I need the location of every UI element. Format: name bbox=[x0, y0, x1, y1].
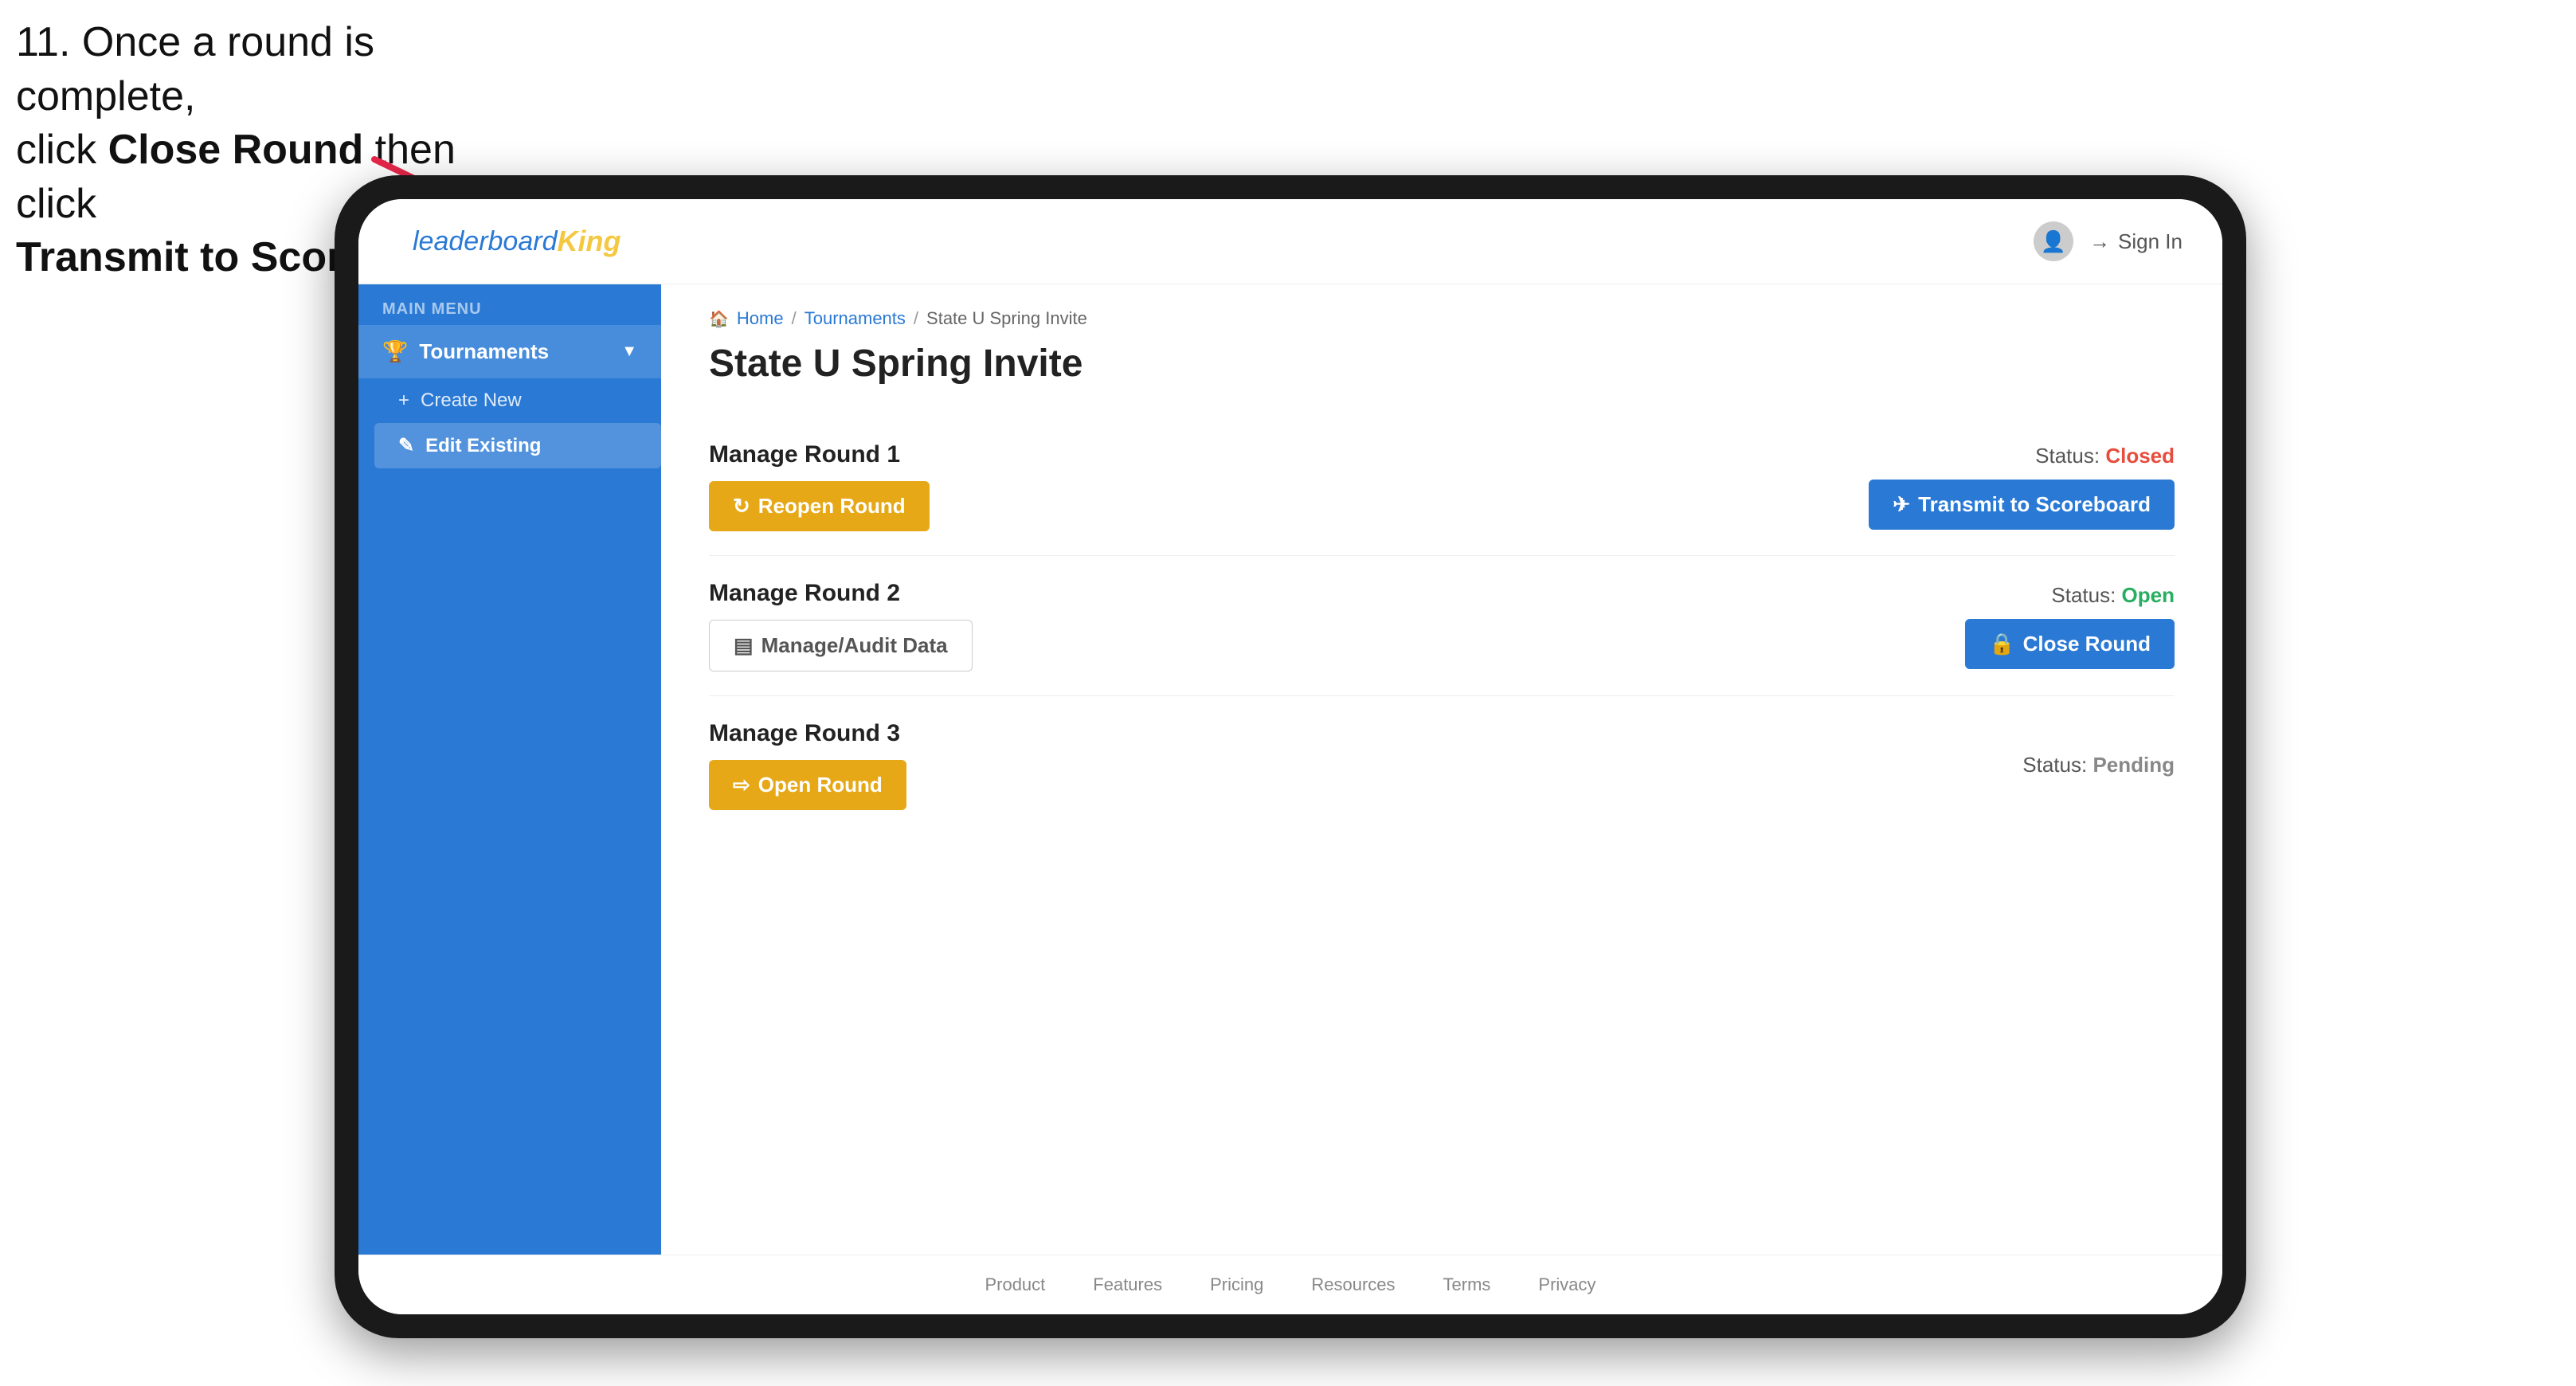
round1-left: Manage Round 1 ↻ Reopen Round bbox=[709, 441, 930, 531]
logo-king-text: King bbox=[557, 225, 621, 258]
round1-right: Status: Closed ✈ Transmit to Scoreboard bbox=[1869, 444, 2175, 530]
round3-title: Manage Round 3 bbox=[709, 720, 906, 747]
round3-left: Manage Round 3 ⇨ Open Round bbox=[709, 720, 906, 810]
reopen-round-label: Reopen Round bbox=[758, 494, 906, 519]
breadcrumb-home[interactable]: Home bbox=[737, 308, 784, 329]
main-body: MAIN MENU 🏆 Tournaments ▼ + Create New bbox=[358, 284, 2222, 1255]
transmit-icon: ✈ bbox=[1893, 492, 1910, 517]
round1-title: Manage Round 1 bbox=[709, 441, 930, 468]
breadcrumb-sep1: / bbox=[792, 308, 797, 329]
sidebar: MAIN MENU 🏆 Tournaments ▼ + Create New bbox=[358, 284, 661, 1255]
page-title: State U Spring Invite bbox=[709, 342, 2175, 386]
sign-in-arrow-icon: → bbox=[2089, 229, 2110, 254]
round1-section: Manage Round 1 ↻ Reopen Round Status: Cl… bbox=[709, 417, 2175, 556]
tablet-screen: leaderboardKing 👤 → Sign In MAIN MENU bbox=[358, 199, 2222, 1314]
lock-icon: 🔒 bbox=[1989, 632, 2014, 656]
nav-right: 👤 → Sign In bbox=[2034, 221, 2183, 261]
instruction-bold1: Close Round bbox=[108, 127, 364, 173]
transmit-scoreboard-button[interactable]: ✈ Transmit to Scoreboard bbox=[1869, 480, 2175, 530]
close-round-button[interactable]: 🔒 Close Round bbox=[1965, 619, 2175, 669]
round2-left: Manage Round 2 ▤ Manage/Audit Data bbox=[709, 580, 973, 671]
round3-section: Manage Round 3 ⇨ Open Round Status: Pend… bbox=[709, 696, 2175, 834]
edit-icon: ✎ bbox=[398, 434, 414, 457]
main-content: 🏠 Home / Tournaments / State U Spring In… bbox=[661, 284, 2222, 1255]
sidebar-tournaments-label: Tournaments bbox=[419, 339, 549, 364]
top-nav: leaderboardKing 👤 → Sign In bbox=[358, 199, 2222, 284]
footer-features[interactable]: Features bbox=[1093, 1274, 1162, 1295]
home-icon: 🏠 bbox=[709, 309, 729, 329]
footer-privacy[interactable]: Privacy bbox=[1538, 1274, 1595, 1295]
sign-in-button[interactable]: → Sign In bbox=[2089, 229, 2183, 254]
tablet-device: leaderboardKing 👤 → Sign In MAIN MENU bbox=[335, 175, 2246, 1338]
manage-audit-button[interactable]: ▤ Manage/Audit Data bbox=[709, 620, 973, 671]
round3-right: Status: Pending bbox=[2022, 753, 2175, 777]
open-icon: ⇨ bbox=[733, 773, 750, 797]
logo-leaderboard-text: leaderboard bbox=[413, 226, 557, 257]
round2-right: Status: Open 🔒 Close Round bbox=[1965, 583, 2175, 669]
footer-resources[interactable]: Resources bbox=[1311, 1274, 1395, 1295]
open-round-label: Open Round bbox=[758, 773, 883, 797]
sidebar-item-tournaments[interactable]: 🏆 Tournaments ▼ bbox=[358, 325, 661, 378]
open-round-button[interactable]: ⇨ Open Round bbox=[709, 760, 906, 810]
round2-status: Status: Open bbox=[2051, 583, 2175, 608]
sidebar-item-create-new[interactable]: + Create New bbox=[374, 378, 661, 423]
round2-section: Manage Round 2 ▤ Manage/Audit Data Statu… bbox=[709, 556, 2175, 696]
user-avatar-icon: 👤 bbox=[2034, 221, 2073, 261]
chevron-down-icon: ▼ bbox=[621, 343, 637, 361]
close-round-label: Close Round bbox=[2023, 632, 2151, 656]
round2-title: Manage Round 2 bbox=[709, 580, 973, 607]
plus-icon: + bbox=[398, 390, 409, 412]
main-menu-label: MAIN MENU bbox=[358, 284, 661, 325]
breadcrumb: 🏠 Home / Tournaments / State U Spring In… bbox=[709, 308, 2175, 329]
reopen-round-button[interactable]: ↻ Reopen Round bbox=[709, 481, 930, 531]
app-logo: leaderboardKing bbox=[398, 213, 635, 269]
footer-pricing[interactable]: Pricing bbox=[1210, 1274, 1263, 1295]
footer-product[interactable]: Product bbox=[985, 1274, 1045, 1295]
trophy-icon: 🏆 bbox=[382, 339, 408, 364]
round3-status: Status: Pending bbox=[2022, 753, 2175, 777]
round1-status-value: Closed bbox=[2105, 444, 2175, 468]
sidebar-item-edit-existing[interactable]: ✎ Edit Existing bbox=[374, 423, 661, 468]
round2-status-value: Open bbox=[2122, 583, 2175, 607]
sidebar-sub-items: + Create New ✎ Edit Existing bbox=[358, 378, 661, 468]
breadcrumb-sep2: / bbox=[914, 308, 918, 329]
sign-in-label: Sign In bbox=[2118, 229, 2183, 254]
transmit-scoreboard-label: Transmit to Scoreboard bbox=[1918, 492, 2151, 517]
audit-icon: ▤ bbox=[734, 633, 754, 658]
footer-terms[interactable]: Terms bbox=[1443, 1274, 1491, 1295]
round1-status: Status: Closed bbox=[2035, 444, 2175, 468]
manage-audit-label: Manage/Audit Data bbox=[761, 633, 948, 658]
edit-existing-label: Edit Existing bbox=[425, 435, 541, 457]
round3-status-value: Pending bbox=[2093, 753, 2175, 777]
reopen-icon: ↻ bbox=[733, 494, 750, 519]
create-new-label: Create New bbox=[421, 390, 522, 412]
footer: Product Features Pricing Resources Terms… bbox=[358, 1255, 2222, 1314]
breadcrumb-tournaments[interactable]: Tournaments bbox=[805, 308, 906, 329]
breadcrumb-current: State U Spring Invite bbox=[926, 308, 1087, 329]
app-container: leaderboardKing 👤 → Sign In MAIN MENU bbox=[358, 199, 2222, 1314]
